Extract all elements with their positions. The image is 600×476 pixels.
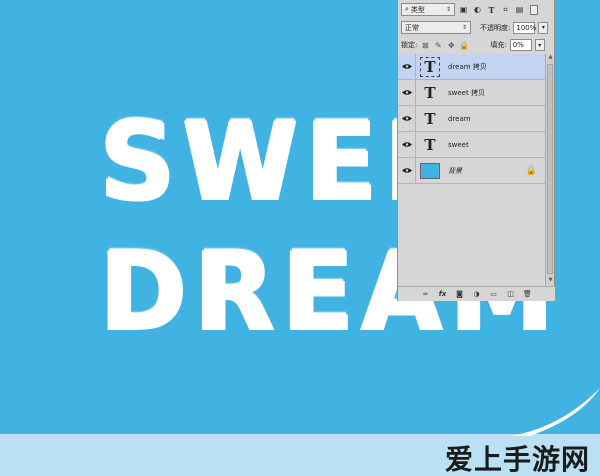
text-layer-thumbnail-icon: T [424,135,436,154]
layer-row-sweet-copy[interactable]: T sweet 拷贝 [398,79,545,106]
adjustment-icon[interactable]: ◑ [471,289,483,300]
lock-image-pixels-icon[interactable]: ✎ [433,40,443,50]
fill-label: 填充: [490,41,507,49]
scroll-up-arrow-icon[interactable]: ▲ [546,54,555,63]
opacity-label: 不透明度: [480,23,511,32]
pixel-layer-filter-icon[interactable]: ▣ [458,4,469,15]
layers-panel: ⌕ 类型 ⇕ ▣ ◐ T ⌗ ▤ 正常 ⇕ 不透明度: 100% ▾ 锁定: ⊠… [397,0,555,301]
layer-name: sweet 拷贝 [448,88,485,97]
visibility-eye-icon[interactable] [398,105,416,132]
filter-kind-label: 类型 [410,5,425,14]
watermark-text: 爱上手游网 [444,443,590,476]
filter-search-icon: ⌕ [405,5,409,13]
layer-row-dream[interactable]: T dream [398,105,545,132]
fill-input[interactable]: 0% [509,39,532,51]
link-icon[interactable]: ∞ [420,289,432,300]
layers-scrollbar[interactable]: ▲ ▼ [545,54,554,286]
opacity-input[interactable]: 100% [513,21,536,34]
visibility-eye-icon[interactable] [398,157,416,184]
layers-list: T dream 拷贝 T sweet 拷贝 T dream T sweet 背景… [398,53,545,184]
blend-row: 正常 ⇕ 不透明度: 100% ▾ [398,18,555,37]
swoosh-logo-icon [510,388,600,436]
layer-name: 背景 [448,166,462,175]
padlock-icon[interactable]: 🔒 [526,166,537,176]
text-layer-thumbnail-icon: T [424,109,436,128]
smart-object-filter-icon[interactable]: ▤ [514,4,525,15]
lock-row: 锁定: ⊠ ✎ ✥ 🔒 填充: 0% ▾ [398,36,555,55]
new-layer-icon[interactable]: ◫ [505,289,517,300]
blend-mode-dropdown[interactable]: 正常 ⇕ [401,21,471,34]
mask-icon[interactable]: ◙ [454,289,466,300]
visibility-eye-icon[interactable] [398,131,416,158]
scrollbar-thumb[interactable] [547,64,553,274]
chevron-down-icon: ⇕ [461,24,467,31]
layer-row-dream-copy[interactable]: T dream 拷贝 [398,53,545,80]
text-layer-thumbnail-icon: T [424,83,436,102]
layer-name: dream [448,114,471,123]
text-layer-thumbnail-icon: T [420,56,440,77]
trash-icon[interactable]: 🗑 [522,289,534,300]
visibility-eye-icon[interactable] [398,53,416,80]
layers-panel-footer: ∞ fx ◙ ◑ ▭ ◫ 🗑 [398,286,555,301]
visibility-eye-icon[interactable] [398,79,416,106]
fill-dropdown-button[interactable]: ▾ [534,39,545,51]
type-filter-icon[interactable]: T [486,4,497,15]
layer-name: dream 拷贝 [448,62,487,71]
layer-row-background[interactable]: 背景 🔒 [398,157,545,184]
lock-all-icon[interactable]: 🔒 [459,40,469,50]
lock-position-icon[interactable]: ✥ [446,40,456,50]
fx-icon[interactable]: fx [437,289,449,300]
layer-row-sweet[interactable]: T sweet [398,131,545,158]
opacity-dropdown-button[interactable]: ▾ [538,21,549,34]
filter-toggle-switch[interactable] [530,4,538,15]
shape-filter-icon[interactable]: ⌗ [500,4,511,15]
scroll-down-arrow-icon[interactable]: ▼ [546,277,555,286]
background-layer-thumbnail [420,162,440,179]
adjustment-filter-icon[interactable]: ◐ [472,4,483,15]
chevron-down-icon: ⇕ [445,6,451,13]
layer-name: sweet [448,140,469,149]
lock-transparent-pixels-icon[interactable]: ⊠ [420,40,430,50]
layer-filter-row: ⌕ 类型 ⇕ ▣ ◐ T ⌗ ▤ [398,0,555,19]
blend-mode-value: 正常 [405,23,419,32]
group-folder-icon[interactable]: ▭ [488,289,500,300]
filter-kind-dropdown[interactable]: ⌕ 类型 ⇕ [401,3,455,16]
lock-label: 锁定: [401,41,418,49]
